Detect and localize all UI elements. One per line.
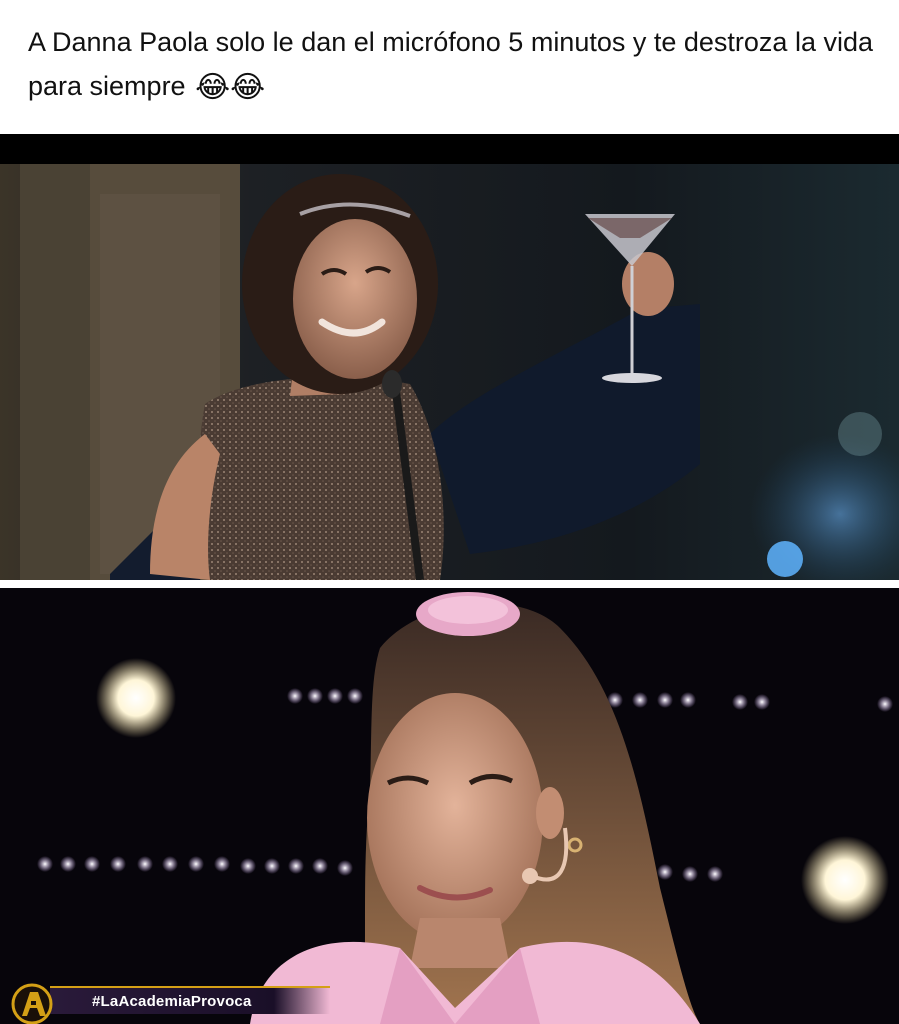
meme-image-top (0, 134, 899, 580)
post-caption: A Danna Paola solo le dan el micrófono 5… (28, 20, 878, 108)
tv-ticker: #LaAcademiaProvoca (0, 978, 330, 1024)
caption-text: A Danna Paola solo le dan el micrófono 5… (28, 27, 873, 101)
top-photo-illustration (0, 134, 899, 580)
tears-of-joy-emoji-icon: 😂😂 (195, 71, 266, 104)
bottom-photo-illustration (0, 588, 899, 1024)
la-academia-logo-icon (11, 983, 53, 1024)
meme-image-bottom: #LaAcademiaProvoca (0, 588, 899, 1024)
hashtag-label: #LaAcademiaProvoca (92, 993, 252, 1010)
